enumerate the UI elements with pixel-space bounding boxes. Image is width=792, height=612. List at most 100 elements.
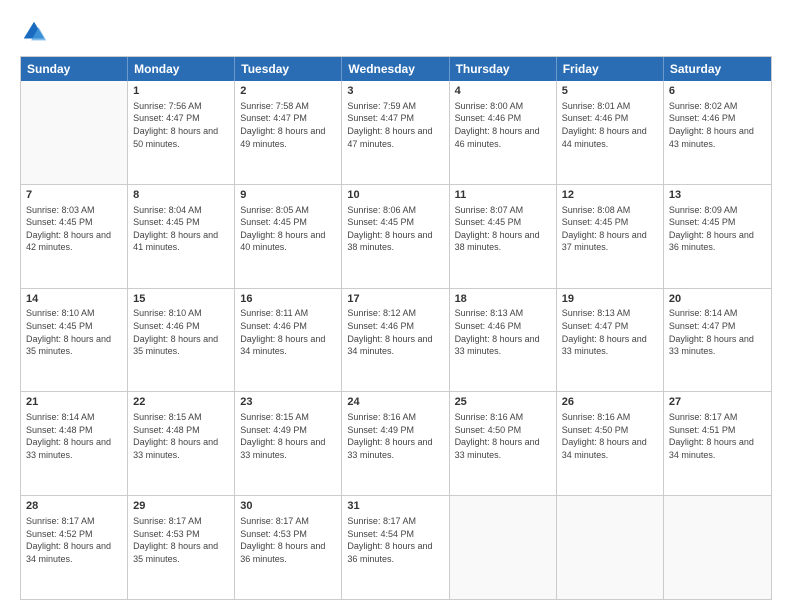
calendar-cell: 27Sunrise: 8:17 AMSunset: 4:51 PMDayligh… xyxy=(664,392,771,495)
cell-info: Sunrise: 7:56 AMSunset: 4:47 PMDaylight:… xyxy=(133,100,229,150)
calendar-cell: 3Sunrise: 7:59 AMSunset: 4:47 PMDaylight… xyxy=(342,81,449,184)
calendar-body: 1Sunrise: 7:56 AMSunset: 4:47 PMDaylight… xyxy=(21,81,771,599)
day-number: 15 xyxy=(133,292,229,307)
weekday-header: Saturday xyxy=(664,57,771,81)
cell-info: Sunrise: 8:16 AMSunset: 4:50 PMDaylight:… xyxy=(455,411,551,461)
calendar-row: 14Sunrise: 8:10 AMSunset: 4:45 PMDayligh… xyxy=(21,289,771,393)
weekday-header: Monday xyxy=(128,57,235,81)
calendar-cell: 23Sunrise: 8:15 AMSunset: 4:49 PMDayligh… xyxy=(235,392,342,495)
day-number: 22 xyxy=(133,395,229,410)
day-number: 11 xyxy=(455,188,551,203)
calendar-cell xyxy=(21,81,128,184)
day-number: 12 xyxy=(562,188,658,203)
calendar-cell: 22Sunrise: 8:15 AMSunset: 4:48 PMDayligh… xyxy=(128,392,235,495)
cell-info: Sunrise: 8:07 AMSunset: 4:45 PMDaylight:… xyxy=(455,204,551,254)
cell-info: Sunrise: 8:09 AMSunset: 4:45 PMDaylight:… xyxy=(669,204,766,254)
calendar-row: 7Sunrise: 8:03 AMSunset: 4:45 PMDaylight… xyxy=(21,185,771,289)
day-number: 4 xyxy=(455,84,551,99)
cell-info: Sunrise: 8:03 AMSunset: 4:45 PMDaylight:… xyxy=(26,204,122,254)
calendar-cell: 30Sunrise: 8:17 AMSunset: 4:53 PMDayligh… xyxy=(235,496,342,599)
calendar-cell: 13Sunrise: 8:09 AMSunset: 4:45 PMDayligh… xyxy=(664,185,771,288)
day-number: 10 xyxy=(347,188,443,203)
cell-info: Sunrise: 7:58 AMSunset: 4:47 PMDaylight:… xyxy=(240,100,336,150)
calendar-cell: 18Sunrise: 8:13 AMSunset: 4:46 PMDayligh… xyxy=(450,289,557,392)
cell-info: Sunrise: 8:15 AMSunset: 4:49 PMDaylight:… xyxy=(240,411,336,461)
calendar-cell: 5Sunrise: 8:01 AMSunset: 4:46 PMDaylight… xyxy=(557,81,664,184)
day-number: 2 xyxy=(240,84,336,99)
cell-info: Sunrise: 8:13 AMSunset: 4:47 PMDaylight:… xyxy=(562,307,658,357)
day-number: 28 xyxy=(26,499,122,514)
day-number: 7 xyxy=(26,188,122,203)
weekday-header: Sunday xyxy=(21,57,128,81)
day-number: 23 xyxy=(240,395,336,410)
cell-info: Sunrise: 8:12 AMSunset: 4:46 PMDaylight:… xyxy=(347,307,443,357)
day-number: 8 xyxy=(133,188,229,203)
cell-info: Sunrise: 7:59 AMSunset: 4:47 PMDaylight:… xyxy=(347,100,443,150)
day-number: 13 xyxy=(669,188,766,203)
day-number: 1 xyxy=(133,84,229,99)
calendar-cell: 20Sunrise: 8:14 AMSunset: 4:47 PMDayligh… xyxy=(664,289,771,392)
calendar-cell: 8Sunrise: 8:04 AMSunset: 4:45 PMDaylight… xyxy=(128,185,235,288)
day-number: 19 xyxy=(562,292,658,307)
calendar-header: SundayMondayTuesdayWednesdayThursdayFrid… xyxy=(21,57,771,81)
calendar-cell: 31Sunrise: 8:17 AMSunset: 4:54 PMDayligh… xyxy=(342,496,449,599)
calendar-cell: 15Sunrise: 8:10 AMSunset: 4:46 PMDayligh… xyxy=(128,289,235,392)
calendar-cell xyxy=(664,496,771,599)
day-number: 16 xyxy=(240,292,336,307)
cell-info: Sunrise: 8:10 AMSunset: 4:45 PMDaylight:… xyxy=(26,307,122,357)
cell-info: Sunrise: 8:02 AMSunset: 4:46 PMDaylight:… xyxy=(669,100,766,150)
cell-info: Sunrise: 8:00 AMSunset: 4:46 PMDaylight:… xyxy=(455,100,551,150)
calendar-cell: 16Sunrise: 8:11 AMSunset: 4:46 PMDayligh… xyxy=(235,289,342,392)
calendar-row: 28Sunrise: 8:17 AMSunset: 4:52 PMDayligh… xyxy=(21,496,771,599)
calendar-row: 1Sunrise: 7:56 AMSunset: 4:47 PMDaylight… xyxy=(21,81,771,185)
cell-info: Sunrise: 8:04 AMSunset: 4:45 PMDaylight:… xyxy=(133,204,229,254)
calendar-cell: 19Sunrise: 8:13 AMSunset: 4:47 PMDayligh… xyxy=(557,289,664,392)
calendar-cell: 26Sunrise: 8:16 AMSunset: 4:50 PMDayligh… xyxy=(557,392,664,495)
cell-info: Sunrise: 8:17 AMSunset: 4:53 PMDaylight:… xyxy=(133,515,229,565)
day-number: 25 xyxy=(455,395,551,410)
cell-info: Sunrise: 8:14 AMSunset: 4:47 PMDaylight:… xyxy=(669,307,766,357)
weekday-header: Wednesday xyxy=(342,57,449,81)
calendar-cell: 6Sunrise: 8:02 AMSunset: 4:46 PMDaylight… xyxy=(664,81,771,184)
calendar-cell: 21Sunrise: 8:14 AMSunset: 4:48 PMDayligh… xyxy=(21,392,128,495)
page-header xyxy=(20,18,772,46)
day-number: 17 xyxy=(347,292,443,307)
cell-info: Sunrise: 8:17 AMSunset: 4:51 PMDaylight:… xyxy=(669,411,766,461)
day-number: 30 xyxy=(240,499,336,514)
calendar-cell: 11Sunrise: 8:07 AMSunset: 4:45 PMDayligh… xyxy=(450,185,557,288)
cell-info: Sunrise: 8:05 AMSunset: 4:45 PMDaylight:… xyxy=(240,204,336,254)
calendar-cell: 7Sunrise: 8:03 AMSunset: 4:45 PMDaylight… xyxy=(21,185,128,288)
weekday-header: Tuesday xyxy=(235,57,342,81)
calendar-cell: 12Sunrise: 8:08 AMSunset: 4:45 PMDayligh… xyxy=(557,185,664,288)
day-number: 6 xyxy=(669,84,766,99)
cell-info: Sunrise: 8:13 AMSunset: 4:46 PMDaylight:… xyxy=(455,307,551,357)
day-number: 18 xyxy=(455,292,551,307)
cell-info: Sunrise: 8:06 AMSunset: 4:45 PMDaylight:… xyxy=(347,204,443,254)
cell-info: Sunrise: 8:10 AMSunset: 4:46 PMDaylight:… xyxy=(133,307,229,357)
day-number: 29 xyxy=(133,499,229,514)
calendar-cell: 1Sunrise: 7:56 AMSunset: 4:47 PMDaylight… xyxy=(128,81,235,184)
cell-info: Sunrise: 8:11 AMSunset: 4:46 PMDaylight:… xyxy=(240,307,336,357)
day-number: 14 xyxy=(26,292,122,307)
day-number: 24 xyxy=(347,395,443,410)
day-number: 20 xyxy=(669,292,766,307)
day-number: 21 xyxy=(26,395,122,410)
cell-info: Sunrise: 8:08 AMSunset: 4:45 PMDaylight:… xyxy=(562,204,658,254)
cell-info: Sunrise: 8:01 AMSunset: 4:46 PMDaylight:… xyxy=(562,100,658,150)
calendar-row: 21Sunrise: 8:14 AMSunset: 4:48 PMDayligh… xyxy=(21,392,771,496)
calendar-cell: 28Sunrise: 8:17 AMSunset: 4:52 PMDayligh… xyxy=(21,496,128,599)
cell-info: Sunrise: 8:17 AMSunset: 4:54 PMDaylight:… xyxy=(347,515,443,565)
calendar: SundayMondayTuesdayWednesdayThursdayFrid… xyxy=(20,56,772,600)
calendar-cell: 10Sunrise: 8:06 AMSunset: 4:45 PMDayligh… xyxy=(342,185,449,288)
cell-info: Sunrise: 8:14 AMSunset: 4:48 PMDaylight:… xyxy=(26,411,122,461)
calendar-cell: 4Sunrise: 8:00 AMSunset: 4:46 PMDaylight… xyxy=(450,81,557,184)
logo-icon xyxy=(20,18,48,46)
day-number: 3 xyxy=(347,84,443,99)
day-number: 31 xyxy=(347,499,443,514)
calendar-page: SundayMondayTuesdayWednesdayThursdayFrid… xyxy=(0,0,792,612)
calendar-cell xyxy=(450,496,557,599)
logo xyxy=(20,18,52,46)
day-number: 27 xyxy=(669,395,766,410)
cell-info: Sunrise: 8:17 AMSunset: 4:53 PMDaylight:… xyxy=(240,515,336,565)
weekday-header: Thursday xyxy=(450,57,557,81)
